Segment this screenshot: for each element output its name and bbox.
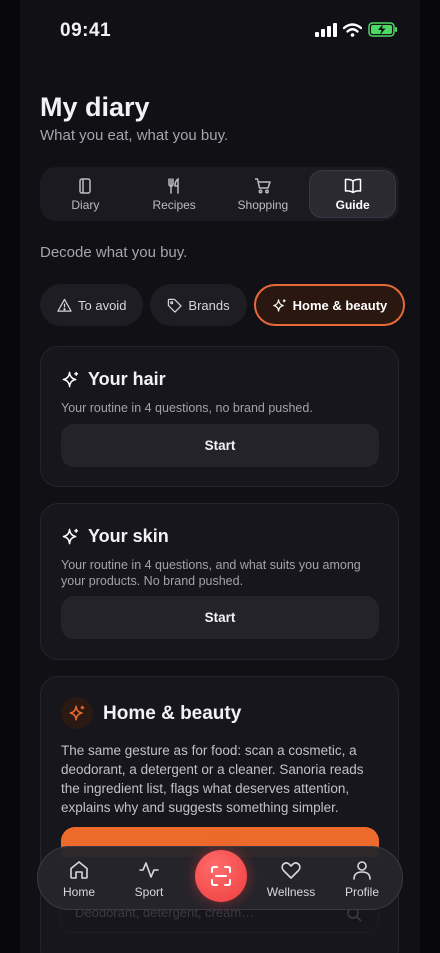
sparkle-icon bbox=[272, 298, 286, 312]
wifi-icon bbox=[343, 22, 362, 37]
book-icon bbox=[344, 178, 361, 193]
status-bar: 09:41 bbox=[0, 0, 440, 62]
bottom-nav: Home Sport Wellness Profile bbox=[37, 846, 403, 910]
warning-icon bbox=[57, 298, 72, 312]
chip-label: To avoid bbox=[78, 297, 127, 313]
chip-brands[interactable]: Brands bbox=[150, 284, 247, 326]
tab-shopping[interactable]: Shopping bbox=[221, 170, 306, 218]
home-beauty-badge bbox=[61, 697, 93, 729]
segment-tabs: Diary Recipes Shopping Guide bbox=[40, 167, 399, 221]
nav-home[interactable]: Home bbox=[44, 859, 114, 899]
chip-label: Home & beauty bbox=[292, 297, 388, 313]
card-title-text: Your skin bbox=[88, 526, 169, 546]
fork-knife-icon bbox=[168, 177, 179, 194]
home-beauty-title: Home & beauty bbox=[103, 703, 242, 724]
page-subtitle: What you eat, what you buy. bbox=[40, 127, 229, 144]
chip-to-avoid[interactable]: To avoid bbox=[40, 284, 144, 326]
hair-card-title: Your hair bbox=[61, 369, 166, 390]
tab-label: Shopping bbox=[237, 197, 289, 212]
status-icons bbox=[315, 22, 398, 37]
nav-label: Sport bbox=[134, 885, 164, 899]
nav-sport[interactable]: Sport bbox=[114, 859, 184, 899]
cart-icon bbox=[254, 177, 271, 193]
app-screen: 09:41 My diary What you eat, what you bu… bbox=[0, 0, 440, 953]
activity-icon bbox=[139, 862, 159, 878]
tab-label: Guide bbox=[335, 197, 370, 212]
tag-icon bbox=[168, 298, 183, 313]
hair-card-description: Your routine in 4 questions, no brand pu… bbox=[61, 401, 313, 415]
sparkle-icon bbox=[62, 528, 79, 545]
chip-home-beauty[interactable]: Home & beauty bbox=[253, 284, 406, 326]
cellular-signal-icon bbox=[315, 22, 337, 37]
sparkle-icon bbox=[69, 705, 85, 721]
tab-label: Recipes bbox=[152, 197, 196, 212]
nav-label: Wellness bbox=[266, 885, 316, 899]
skin-card-title: Your skin bbox=[61, 526, 169, 547]
page-title: My diary bbox=[40, 92, 150, 122]
scan-button[interactable] bbox=[195, 850, 247, 902]
skin-card-description: Your routine in 4 questions, and what su… bbox=[61, 558, 361, 588]
guide-intro: Decode what you buy. bbox=[40, 244, 188, 261]
filter-chips: To avoid Brands Home & beauty bbox=[40, 284, 406, 326]
home-icon bbox=[70, 861, 88, 879]
nav-wellness[interactable]: Wellness bbox=[256, 859, 326, 899]
skin-card: Your skin Your routine in 4 questions, a… bbox=[40, 503, 399, 660]
home-beauty-description: The same gesture as for food: scan a cos… bbox=[61, 743, 364, 815]
card-title-text: Your hair bbox=[88, 369, 166, 389]
tab-diary[interactable]: Diary bbox=[43, 170, 128, 218]
scan-icon bbox=[211, 866, 231, 886]
heart-icon bbox=[281, 862, 301, 879]
user-icon bbox=[353, 861, 371, 880]
tab-recipes[interactable]: Recipes bbox=[132, 170, 217, 218]
skin-start-button[interactable]: Start bbox=[61, 596, 379, 639]
tab-label: Diary bbox=[71, 197, 100, 212]
nav-label: Home bbox=[62, 885, 95, 899]
tab-guide[interactable]: Guide bbox=[309, 170, 396, 218]
status-time: 09:41 bbox=[60, 20, 112, 41]
nav-label: Profile bbox=[344, 885, 379, 899]
battery-icon bbox=[368, 22, 397, 37]
nav-profile[interactable]: Profile bbox=[327, 859, 397, 899]
notebook-icon bbox=[79, 177, 92, 194]
sparkle-icon bbox=[62, 371, 79, 388]
hair-card: Your hair Your routine in 4 questions, n… bbox=[40, 346, 399, 487]
hair-start-button[interactable]: Start bbox=[61, 424, 379, 467]
chip-label: Brands bbox=[188, 297, 230, 313]
